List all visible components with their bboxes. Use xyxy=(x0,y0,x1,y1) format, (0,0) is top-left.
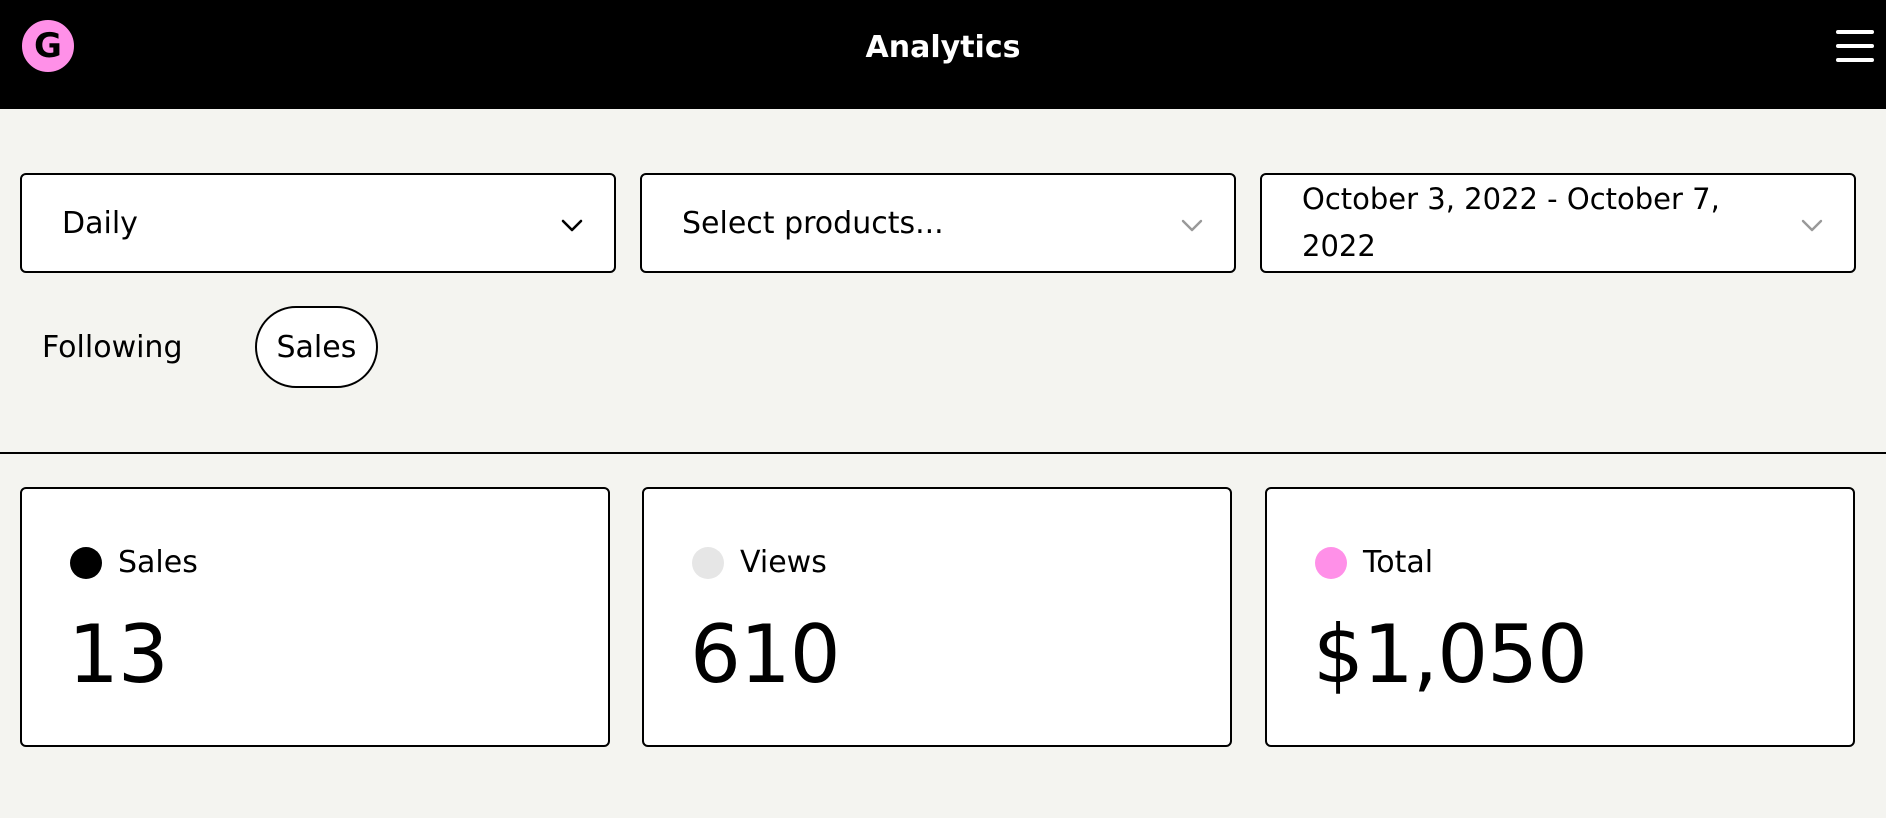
chevron-down-icon xyxy=(1181,219,1203,232)
divider xyxy=(0,452,1886,454)
chevron-down-icon xyxy=(561,219,583,232)
views-card-label: Views xyxy=(740,545,827,580)
interval-select[interactable]: Daily xyxy=(20,173,616,273)
top-bar: G Analytics xyxy=(0,0,1886,109)
date-range-line-1: October 3, 2022 - October 7, xyxy=(1302,182,1720,216)
products-select[interactable]: Select products... xyxy=(640,173,1236,273)
date-range-select[interactable]: October 3, 2022 - October 7, 2022 xyxy=(1260,173,1856,273)
tab-following[interactable]: Following xyxy=(20,306,205,388)
date-range-value: October 3, 2022 - October 7, 2022 xyxy=(1302,179,1764,267)
hamburger-menu-icon[interactable] xyxy=(1836,30,1874,62)
date-range-line-2: 2022 xyxy=(1302,229,1376,263)
tab-sales[interactable]: Sales xyxy=(254,306,379,388)
chevron-down-icon xyxy=(1801,219,1823,232)
views-card-value: 610 xyxy=(690,608,841,701)
total-card: Total $1,050 xyxy=(1265,487,1855,747)
views-legend-dot xyxy=(692,547,724,579)
views-card: Views 610 xyxy=(642,487,1232,747)
sales-legend-dot xyxy=(70,547,102,579)
page-title: Analytics xyxy=(865,30,1021,65)
total-card-value: $1,050 xyxy=(1313,608,1588,701)
sales-card: Sales 13 xyxy=(20,487,610,747)
sales-card-value: 13 xyxy=(68,608,169,701)
analytics-tabs: Following Sales xyxy=(20,306,379,388)
total-card-label: Total xyxy=(1363,545,1434,580)
total-legend-dot xyxy=(1315,547,1347,579)
products-select-placeholder: Select products... xyxy=(682,205,944,241)
interval-select-value: Daily xyxy=(62,205,138,241)
sales-card-label: Sales xyxy=(118,545,198,580)
